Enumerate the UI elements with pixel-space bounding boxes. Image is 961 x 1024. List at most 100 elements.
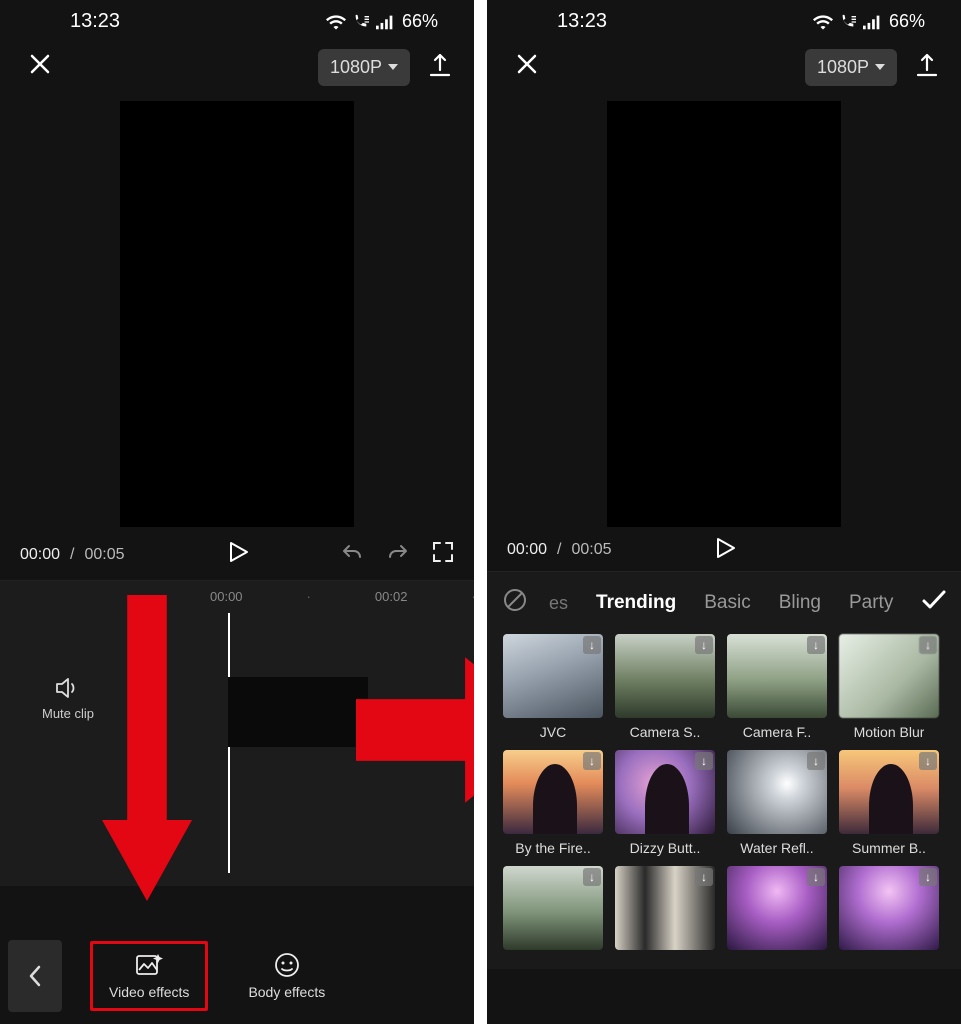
fullscreen-button[interactable] (432, 541, 454, 568)
status-icons: 66% (326, 11, 438, 32)
effect-by-the-fire[interactable]: ↓By the Fire.. (503, 750, 603, 856)
effect-item-10[interactable]: ↓ (615, 866, 715, 950)
effects-grid[interactable]: ↓JVC ↓Camera S.. ↓Camera F.. ↓Motion Blu… (487, 630, 961, 954)
preview-canvas[interactable] (607, 101, 841, 527)
battery-percent: 66% (402, 11, 438, 32)
effect-item-9[interactable]: ↓ (503, 866, 603, 950)
download-icon: ↓ (919, 636, 937, 654)
close-button[interactable] (22, 46, 58, 88)
volte-icon (839, 14, 857, 30)
time-total: 00:05 (85, 546, 125, 564)
body-effects-button[interactable]: Body effects (232, 944, 341, 1008)
top-bar: 1080P (487, 39, 961, 95)
clip[interactable] (228, 677, 368, 747)
wifi-icon (326, 14, 346, 30)
effect-item-11[interactable]: ↓ (727, 866, 827, 950)
status-time: 13:23 (557, 10, 607, 33)
confirm-button[interactable] (921, 589, 947, 617)
effect-jvc[interactable]: ↓JVC (503, 634, 603, 740)
effect-camera-f[interactable]: ↓Camera F.. (727, 634, 827, 740)
playback-bar: 00:00 / 00:05 (487, 527, 961, 571)
close-icon (515, 52, 539, 76)
check-icon (921, 589, 947, 611)
face-icon (274, 952, 300, 978)
export-icon (915, 52, 939, 78)
close-button[interactable] (509, 46, 545, 88)
resolution-label: 1080P (330, 57, 382, 78)
resolution-button[interactable]: 1080P (805, 49, 897, 86)
timeline-ruler: 00:00 · 00:02 · (0, 589, 474, 604)
export-button[interactable] (915, 52, 939, 83)
download-icon: ↓ (807, 752, 825, 770)
speaker-icon (55, 677, 81, 699)
video-effects-label: Video effects (109, 984, 189, 1000)
time-current: 00:00 (20, 546, 60, 564)
volte-icon (352, 14, 370, 30)
body-effects-label: Body effects (248, 984, 325, 1000)
tab-bling[interactable]: Bling (779, 592, 821, 614)
effect-motion-blur[interactable]: ↓Motion Blur (839, 634, 939, 740)
download-icon: ↓ (807, 636, 825, 654)
play-button[interactable] (712, 536, 736, 565)
status-bar: 13:23 66% (0, 0, 474, 39)
download-icon: ↓ (695, 868, 713, 886)
wifi-icon (813, 14, 833, 30)
status-icons: 66% (813, 11, 925, 32)
chevron-left-icon (28, 965, 42, 987)
effect-water-refl[interactable]: ↓Water Refl.. (727, 750, 827, 856)
effect-camera-s[interactable]: ↓Camera S.. (615, 634, 715, 740)
annotation-arrow-right (356, 650, 474, 810)
download-icon: ↓ (583, 636, 601, 654)
chevron-down-icon (388, 64, 398, 70)
playback-bar: 00:00 / 00:05 (0, 527, 474, 580)
fullscreen-icon (432, 541, 454, 563)
tab-party[interactable]: Party (849, 592, 893, 614)
video-preview (0, 95, 474, 527)
effect-item-12[interactable]: ↓ (839, 866, 939, 950)
top-bar: 1080P (0, 39, 474, 95)
effects-panel: es Trending Basic Bling Party ↓JVC ↓Came… (487, 571, 961, 969)
download-icon: ↓ (695, 752, 713, 770)
chevron-down-icon (875, 64, 885, 70)
download-icon: ↓ (807, 868, 825, 886)
export-button[interactable] (428, 52, 452, 83)
play-button[interactable] (225, 540, 249, 569)
status-time: 13:23 (70, 10, 120, 33)
battery-percent: 66% (889, 11, 925, 32)
play-icon (712, 536, 736, 560)
redo-button[interactable] (386, 542, 410, 567)
time-current: 00:00 (507, 541, 547, 559)
download-icon: ↓ (583, 868, 601, 886)
resolution-label: 1080P (817, 57, 869, 78)
export-icon (428, 52, 452, 78)
effects-tabs: es Trending Basic Bling Party (487, 582, 961, 630)
undo-icon (340, 542, 364, 562)
none-effect-button[interactable] (503, 588, 527, 618)
redo-icon (386, 542, 410, 562)
download-icon: ↓ (695, 636, 713, 654)
signal-icon (376, 14, 396, 30)
back-button[interactable] (8, 940, 62, 1012)
tab-trending[interactable]: Trending (596, 592, 676, 614)
tab-fragment[interactable]: es (549, 593, 568, 614)
video-preview (487, 95, 961, 527)
preview-canvas[interactable] (120, 101, 354, 527)
effect-dizzy-butt[interactable]: ↓Dizzy Butt.. (615, 750, 715, 856)
bottom-toolbar: Video effects Body effects (0, 928, 474, 1024)
annotation-arrow-down (102, 576, 192, 956)
tab-basic[interactable]: Basic (704, 592, 750, 614)
close-icon (28, 52, 52, 76)
signal-icon (863, 14, 883, 30)
play-icon (225, 540, 249, 564)
download-icon: ↓ (919, 868, 937, 886)
download-icon: ↓ (583, 752, 601, 770)
effect-summer-b[interactable]: ↓Summer B.. (839, 750, 939, 856)
mute-clip-button[interactable]: Mute clip (42, 677, 94, 721)
undo-button[interactable] (340, 542, 364, 567)
mute-label: Mute clip (42, 706, 94, 721)
download-icon: ↓ (919, 752, 937, 770)
none-icon (503, 588, 527, 612)
resolution-button[interactable]: 1080P (318, 49, 410, 86)
status-bar: 13:23 66% (487, 0, 961, 39)
time-total: 00:05 (572, 541, 612, 559)
